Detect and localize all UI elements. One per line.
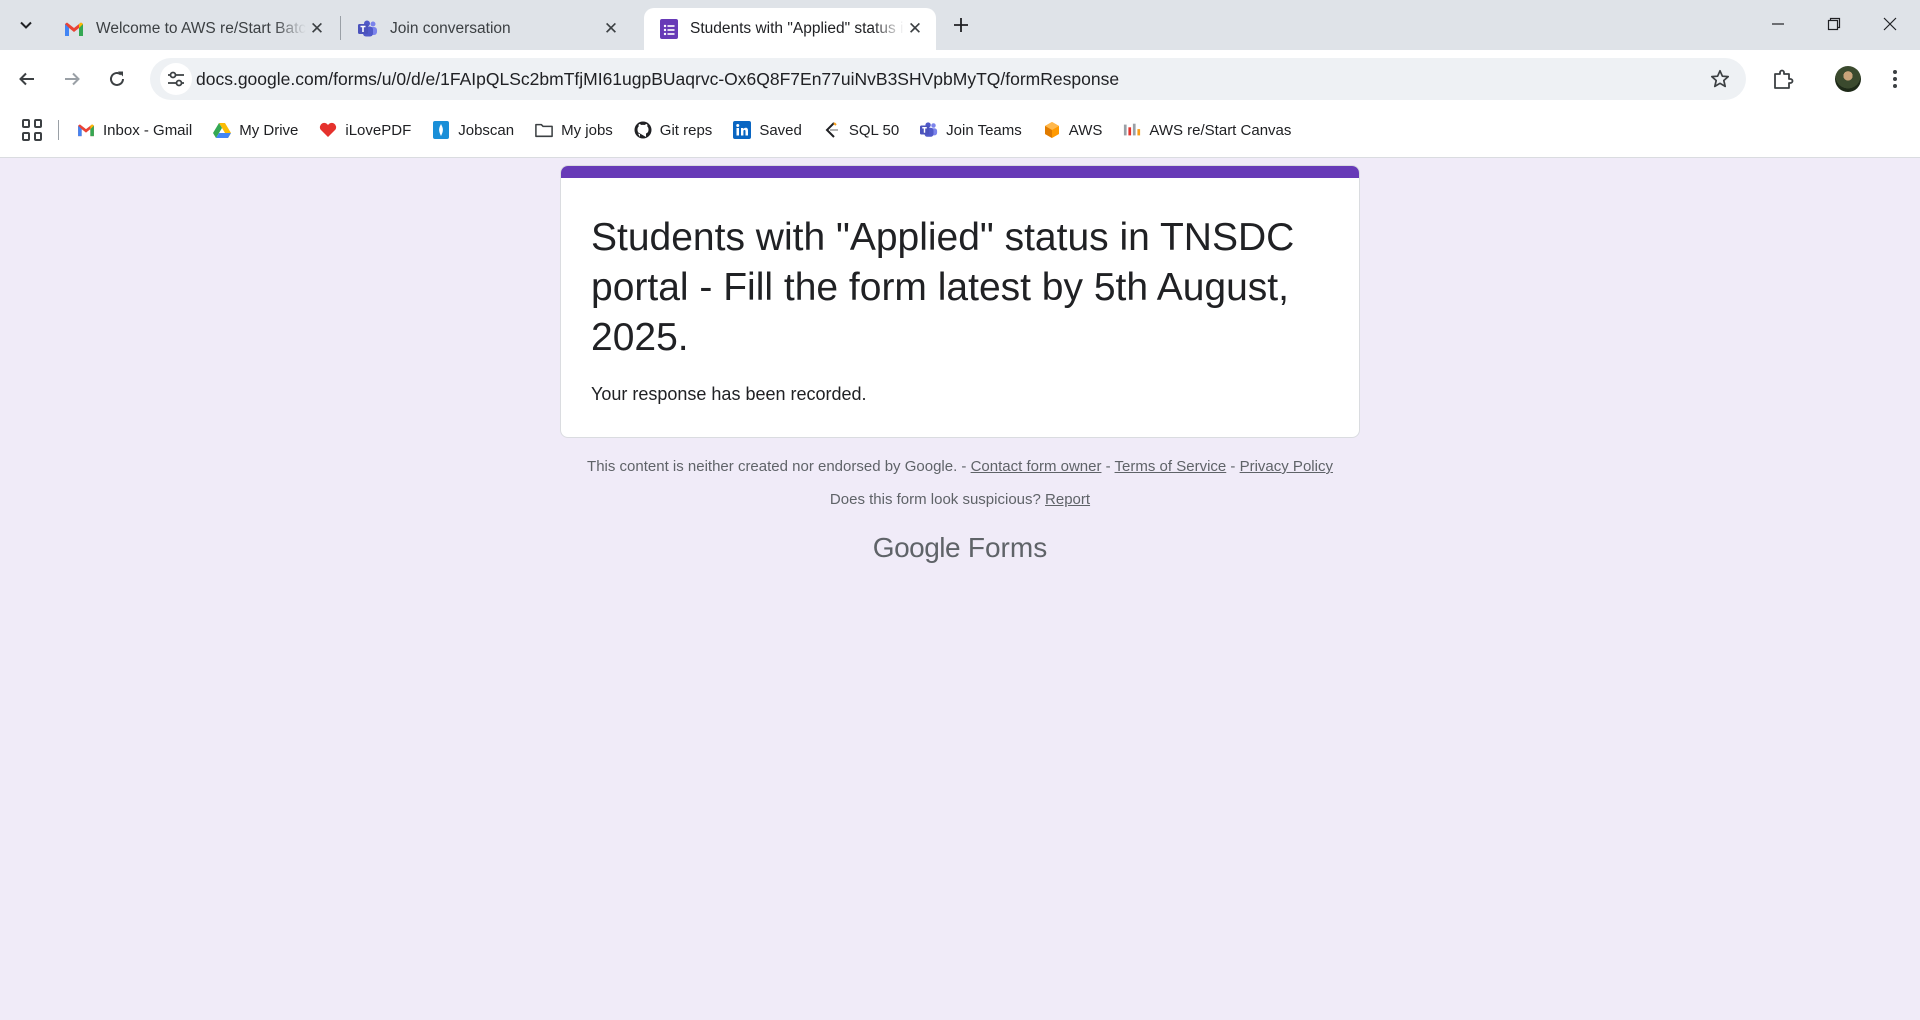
confirmation-message: Your response has been recorded.: [591, 384, 867, 404]
puzzle-icon: [1774, 69, 1794, 89]
extensions-button[interactable]: [1766, 62, 1800, 96]
linkedin-icon: [733, 121, 752, 139]
minimize-button[interactable]: [1750, 0, 1806, 48]
footer-separator: -: [1226, 458, 1240, 475]
bookmark-label: My Drive: [239, 121, 299, 139]
bookmark-label: Inbox - Gmail: [103, 121, 193, 139]
plus-icon: [954, 18, 968, 32]
tab-strip: Welcome to AWS re/Start Batch ✕ Join con…: [0, 0, 1920, 50]
terms-of-service-link[interactable]: Terms of Service: [1115, 458, 1227, 475]
tab-gmail[interactable]: Welcome to AWS re/Start Batch ✕: [48, 8, 338, 50]
bookmark-my-drive[interactable]: My Drive: [213, 121, 298, 139]
folder-icon: [535, 121, 553, 139]
ilovepdf-icon: [319, 121, 337, 139]
tab-teams[interactable]: Join conversation ✕: [342, 8, 632, 50]
bookmark-my-jobs[interactable]: My jobs: [535, 121, 613, 139]
bookmark-label: Join Teams: [946, 121, 1022, 139]
canvas-icon: [1123, 121, 1141, 139]
tab-google-forms[interactable]: Students with "Applied" status i ✕: [644, 8, 936, 50]
tab-title: Students with "Applied" status i: [690, 20, 904, 37]
form-footer-disclaimer: This content is neither created nor endo…: [0, 458, 1920, 475]
restore-button[interactable]: [1806, 0, 1862, 48]
tune-icon: [168, 71, 184, 87]
site-info-button[interactable]: [160, 63, 192, 95]
forms-wordmark: Forms: [967, 532, 1048, 563]
google-forms-icon: [660, 19, 678, 39]
bookmark-label: Saved: [759, 121, 802, 139]
bookmark-label: Jobscan: [458, 121, 515, 139]
restore-icon: [1827, 17, 1841, 31]
tab-title: Welcome to AWS re/Start Batch: [96, 20, 306, 37]
teams-icon: [358, 20, 377, 37]
apps-grid-icon[interactable]: [22, 119, 44, 141]
tab-separator: [340, 16, 341, 40]
bookmark-saved[interactable]: Saved: [733, 121, 802, 139]
bookmark-sql-50[interactable]: SQL 50: [823, 121, 899, 139]
avatar[interactable]: [1835, 66, 1861, 92]
chevron-down-icon: [20, 21, 32, 29]
bookmarks-bar: Inbox - Gmail My Drive iLovePDF Jobscan …: [0, 110, 1920, 150]
forward-button[interactable]: [55, 62, 89, 96]
leetcode-icon: [823, 121, 841, 139]
close-icon[interactable]: ✕: [600, 18, 622, 40]
bookmark-join-teams[interactable]: Join Teams: [920, 121, 1022, 139]
bookmark-label: My jobs: [561, 121, 613, 139]
bookmark-aws-restart-canvas[interactable]: AWS re/Start Canvas: [1123, 121, 1291, 139]
bookmark-star-button[interactable]: [1708, 67, 1732, 91]
form-footer-report: Does this form look suspicious? Report: [0, 491, 1920, 508]
gmail-icon: [65, 22, 83, 36]
suspicious-text: Does this form look suspicious?: [829, 491, 1041, 508]
google-drive-icon: [213, 121, 232, 139]
bookmark-label: AWS: [1068, 121, 1103, 139]
reload-button[interactable]: [100, 62, 134, 96]
bookmark-ilovepdf[interactable]: iLovePDF: [319, 121, 411, 139]
back-button[interactable]: [10, 62, 44, 96]
close-icon: [1883, 17, 1897, 31]
form-title: Students with "Applied" status in TNSDC …: [591, 216, 1295, 359]
close-icon[interactable]: ✕: [904, 18, 926, 40]
star-icon: [1710, 69, 1730, 88]
tab-search-button[interactable]: [10, 9, 42, 41]
minimize-icon: [1772, 23, 1784, 25]
google-forms-logo[interactable]: Google Forms: [0, 532, 1920, 564]
close-icon[interactable]: ✕: [306, 18, 328, 40]
footer-separator: -: [1101, 458, 1115, 475]
bookmark-inbox-gmail[interactable]: Inbox - Gmail: [77, 121, 192, 139]
url-text[interactable]: docs.google.com/forms/u/0/d/e/1FAIpQLSc2…: [196, 69, 1119, 90]
disclaimer-text: This content is neither created nor endo…: [587, 458, 958, 475]
jobscan-icon: [432, 121, 450, 139]
bookmark-jobscan[interactable]: Jobscan: [432, 121, 514, 139]
bookmarks-divider: [58, 120, 59, 140]
bookmark-git-reps[interactable]: Git reps: [634, 121, 713, 139]
gmail-icon: [77, 121, 95, 139]
bookmark-label: Git reps: [659, 121, 713, 139]
close-window-button[interactable]: [1862, 0, 1918, 48]
more-vert-icon: [1893, 70, 1897, 88]
form-confirmation-card: Students with "Applied" status in TNSDC …: [560, 165, 1360, 438]
github-icon: [634, 121, 652, 139]
bookmark-aws[interactable]: AWS: [1043, 121, 1103, 139]
new-tab-button[interactable]: [946, 10, 976, 40]
reload-icon: [110, 71, 124, 86]
footer-separator: -: [957, 458, 971, 475]
bookmark-label: AWS re/Start Canvas: [1149, 121, 1292, 139]
report-link[interactable]: Report: [1045, 491, 1090, 508]
privacy-policy-link[interactable]: Privacy Policy: [1240, 458, 1333, 475]
bookmark-label: iLovePDF: [345, 121, 412, 139]
google-wordmark: Google: [872, 532, 961, 563]
address-bar[interactable]: docs.google.com/forms/u/0/d/e/1FAIpQLSc2…: [150, 58, 1746, 100]
tab-title: Join conversation: [390, 20, 511, 37]
teams-icon: [920, 121, 938, 139]
arrow-back-icon: [19, 72, 34, 86]
contact-form-owner-link[interactable]: Contact form owner: [971, 458, 1102, 475]
form-accent-bar: [561, 166, 1359, 178]
aws-icon: [1043, 121, 1061, 139]
browser-menu-button[interactable]: [1880, 62, 1910, 96]
arrow-forward-icon: [65, 72, 80, 86]
bookmark-label: SQL 50: [848, 121, 900, 139]
